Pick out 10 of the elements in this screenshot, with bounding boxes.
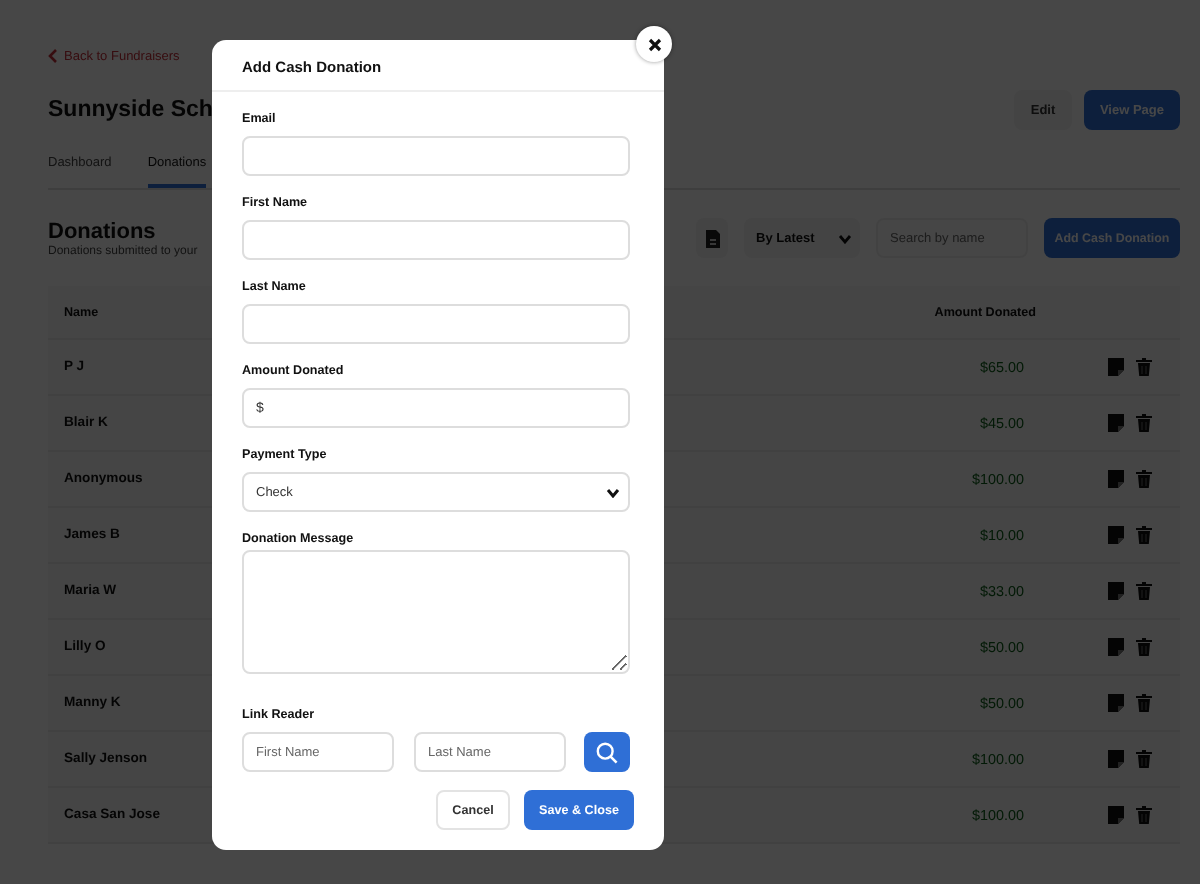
input-field[interactable]	[242, 220, 630, 260]
chevron-down-icon	[606, 487, 620, 497]
search-icon	[596, 741, 618, 763]
close-icon	[647, 37, 661, 51]
page-title: Sunnyside Sch	[48, 98, 213, 122]
input-field[interactable]	[242, 304, 630, 344]
section-title: Donations	[48, 219, 158, 243]
message-field[interactable]	[242, 550, 630, 674]
input-field[interactable]	[242, 136, 630, 176]
search-button[interactable]	[584, 732, 630, 772]
